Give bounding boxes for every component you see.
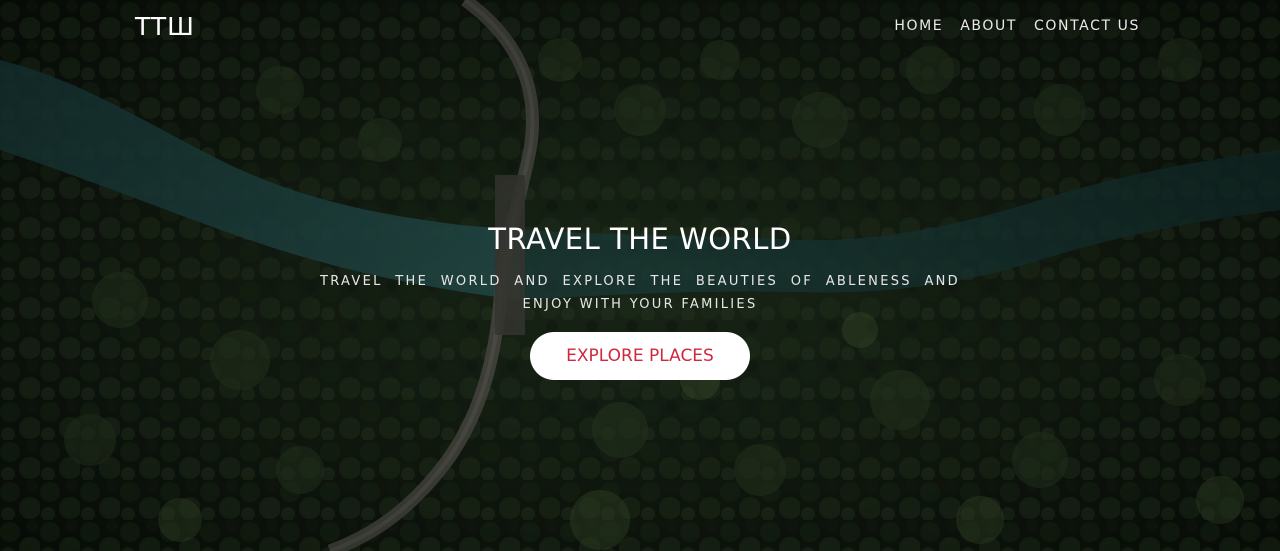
- nav-links: HOME ABOUT CONTACT US: [894, 18, 1140, 34]
- nav-link-home[interactable]: HOME: [894, 18, 943, 34]
- navbar: TTШ HOME ABOUT CONTACT US: [0, 0, 1280, 56]
- nav-link-contact-us[interactable]: CONTACT US: [1034, 18, 1140, 34]
- site-logo[interactable]: TTШ: [135, 12, 195, 41]
- explore-places-button[interactable]: EXPLORE PLACES: [530, 332, 750, 380]
- hero-content: TRAVEL THE WORLD TRAVEL THE WORLD AND EX…: [0, 222, 1280, 380]
- hero-title: TRAVEL THE WORLD: [488, 222, 792, 256]
- nav-link-about[interactable]: ABOUT: [960, 18, 1017, 34]
- hero-subtitle: TRAVEL THE WORLD AND EXPLORE THE BEAUTIE…: [320, 274, 960, 312]
- hero-section: TTШ HOME ABOUT CONTACT US TRAVEL THE WOR…: [0, 0, 1280, 551]
